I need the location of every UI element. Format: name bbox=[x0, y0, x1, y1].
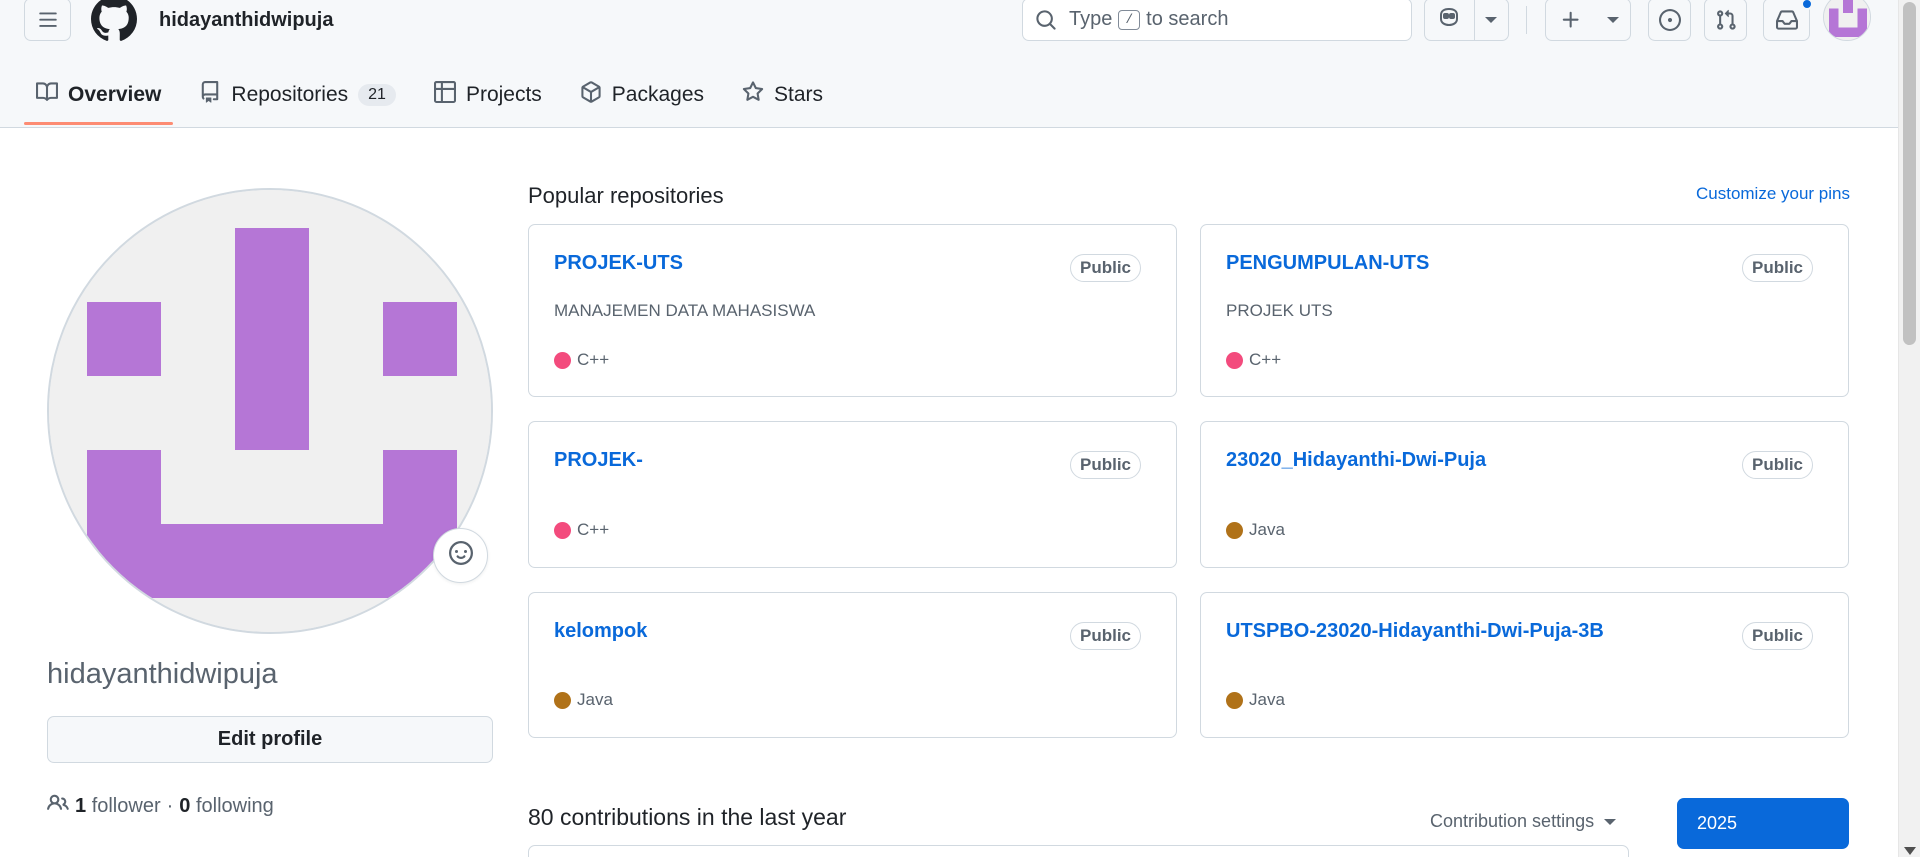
visibility-badge: Public bbox=[1741, 254, 1813, 282]
repo-description: MANAJEMEN DATA MAHASISWA bbox=[554, 301, 816, 320]
repo-language: C++ bbox=[554, 520, 609, 540]
page-scrollbar[interactable] bbox=[1898, 0, 1920, 857]
header-username[interactable]: hidayanthidwipuja bbox=[159, 9, 333, 32]
search-suffix: to search bbox=[1146, 8, 1229, 30]
search-input[interactable]: Type / to search bbox=[1022, 0, 1412, 41]
menu-button[interactable] bbox=[24, 0, 71, 41]
pinned-repo-card: UTSPBO-23020-Hidayanthi-Dwi-Puja-3B Publ… bbox=[1200, 592, 1849, 738]
tab-packages[interactable]: Packages bbox=[568, 72, 716, 118]
tab-label: Overview bbox=[68, 83, 162, 106]
profile-tabs: Overview Repositories 21 Projects Packag… bbox=[24, 72, 849, 126]
tab-stars[interactable]: Stars bbox=[730, 72, 835, 118]
copilot-button-group bbox=[1424, 0, 1509, 41]
header-divider bbox=[1526, 6, 1527, 34]
repo-name-link[interactable]: PROJEK-UTS bbox=[554, 252, 683, 275]
tab-label: Projects bbox=[465, 83, 542, 106]
pinned-repo-card: PROJEK- Public C++ bbox=[528, 421, 1177, 568]
language-color-dot bbox=[1226, 521, 1243, 539]
tab-projects[interactable]: Projects bbox=[422, 72, 554, 118]
git-pull-request-icon bbox=[1715, 9, 1737, 31]
star-icon bbox=[742, 81, 764, 109]
copilot-menu-button[interactable] bbox=[1475, 0, 1508, 40]
tab-overview[interactable]: Overview bbox=[24, 72, 174, 125]
caret-down-icon bbox=[1604, 818, 1617, 825]
repo-language: C++ bbox=[1226, 350, 1281, 370]
repo-language: C++ bbox=[554, 350, 609, 370]
repo-name-link[interactable]: PROJEK- bbox=[554, 449, 643, 472]
edit-profile-button[interactable]: Edit profile bbox=[47, 716, 493, 763]
visibility-badge: Public bbox=[1069, 254, 1141, 282]
set-status-button[interactable] bbox=[433, 528, 488, 583]
contribution-settings-dropdown[interactable]: Contribution settings bbox=[1430, 811, 1617, 832]
search-shortcut-key: / bbox=[1118, 9, 1141, 30]
book-icon bbox=[36, 81, 59, 109]
popular-repositories-heading: Popular repositories bbox=[528, 183, 724, 208]
repo-description: PROJEK UTS bbox=[1226, 301, 1333, 320]
repositories-count-badge: 21 bbox=[358, 84, 396, 106]
repo-language: Java bbox=[1226, 690, 1285, 710]
language-color-dot bbox=[1226, 351, 1243, 369]
scroll-down-arrow-icon[interactable] bbox=[1904, 847, 1916, 855]
pinned-repo-card: 23020_Hidayanthi-Dwi-Puja Public Java bbox=[1200, 421, 1849, 568]
follow-separator: · bbox=[166, 794, 174, 817]
caret-down-icon bbox=[1607, 16, 1619, 23]
visibility-badge: Public bbox=[1741, 622, 1813, 650]
repo-name-link[interactable]: PENGUMPULAN-UTS bbox=[1226, 252, 1429, 275]
notification-indicator bbox=[1801, 0, 1813, 10]
visibility-badge: Public bbox=[1069, 622, 1141, 650]
pull-requests-button[interactable] bbox=[1704, 0, 1747, 41]
github-logo-icon[interactable] bbox=[91, 0, 137, 42]
pinned-repo-card: kelompok Public Java bbox=[528, 592, 1177, 738]
user-avatar[interactable] bbox=[1823, 0, 1871, 41]
visibility-badge: Public bbox=[1069, 451, 1141, 479]
create-new-button[interactable] bbox=[1545, 0, 1631, 41]
issue-opened-icon bbox=[1658, 8, 1681, 31]
language-color-dot bbox=[554, 351, 571, 369]
pinned-repo-card: PROJEK-UTS Public MANAJEMEN DATA MAHASIS… bbox=[528, 224, 1177, 397]
table-icon bbox=[433, 81, 456, 109]
tab-label: Packages bbox=[611, 83, 705, 106]
search-icon bbox=[1035, 9, 1057, 31]
repo-language: Java bbox=[1226, 520, 1285, 540]
copilot-button[interactable] bbox=[1425, 0, 1474, 40]
pinned-repo-card: PENGUMPULAN-UTS Public PROJEK UTS C++ bbox=[1200, 224, 1849, 397]
profile-login: hidayanthidwipuja bbox=[47, 658, 278, 690]
copilot-icon bbox=[1437, 6, 1461, 33]
repo-name-link[interactable]: kelompok bbox=[554, 620, 647, 643]
visibility-badge: Public bbox=[1741, 451, 1813, 479]
package-icon bbox=[580, 81, 602, 109]
app-header: hidayanthidwipuja Type / to search Overv… bbox=[0, 0, 1898, 128]
plus-icon bbox=[1546, 0, 1596, 40]
contribution-graph bbox=[528, 845, 1629, 857]
following-link[interactable]: 0 following bbox=[179, 795, 274, 818]
repo-icon bbox=[199, 81, 221, 109]
search-prefix: Type bbox=[1069, 8, 1113, 30]
caret-down-icon bbox=[1485, 16, 1498, 23]
tab-repositories[interactable]: Repositories 21 bbox=[187, 72, 408, 118]
followers-link[interactable]: 1 follower bbox=[75, 795, 161, 818]
repo-name-link[interactable]: 23020_Hidayanthi-Dwi-Puja bbox=[1226, 449, 1486, 472]
profile-avatar[interactable] bbox=[47, 188, 493, 634]
repo-name-link[interactable]: UTSPBO-23020-Hidayanthi-Dwi-Puja-3B bbox=[1226, 620, 1604, 643]
contributions-heading: 80 contributions in the last year bbox=[528, 804, 847, 830]
language-color-dot bbox=[554, 521, 571, 539]
year-2025-button[interactable]: 2025 bbox=[1677, 798, 1849, 849]
hamburger-icon bbox=[38, 10, 58, 30]
repo-language: Java bbox=[554, 690, 613, 710]
smiley-icon bbox=[448, 541, 473, 570]
language-color-dot bbox=[554, 691, 571, 709]
tab-label: Stars bbox=[774, 83, 824, 106]
inbox-icon bbox=[1775, 9, 1798, 31]
language-color-dot bbox=[1226, 691, 1243, 709]
scrollbar-thumb[interactable] bbox=[1903, 2, 1916, 345]
issues-button[interactable] bbox=[1648, 0, 1691, 41]
people-icon bbox=[47, 792, 69, 820]
follow-stats: 1 follower · 0 following bbox=[47, 792, 274, 820]
customize-pins-link[interactable]: Customize your pins bbox=[1696, 184, 1850, 204]
tab-label: Repositories bbox=[231, 83, 349, 106]
contribution-settings-label: Contribution settings bbox=[1430, 811, 1595, 831]
